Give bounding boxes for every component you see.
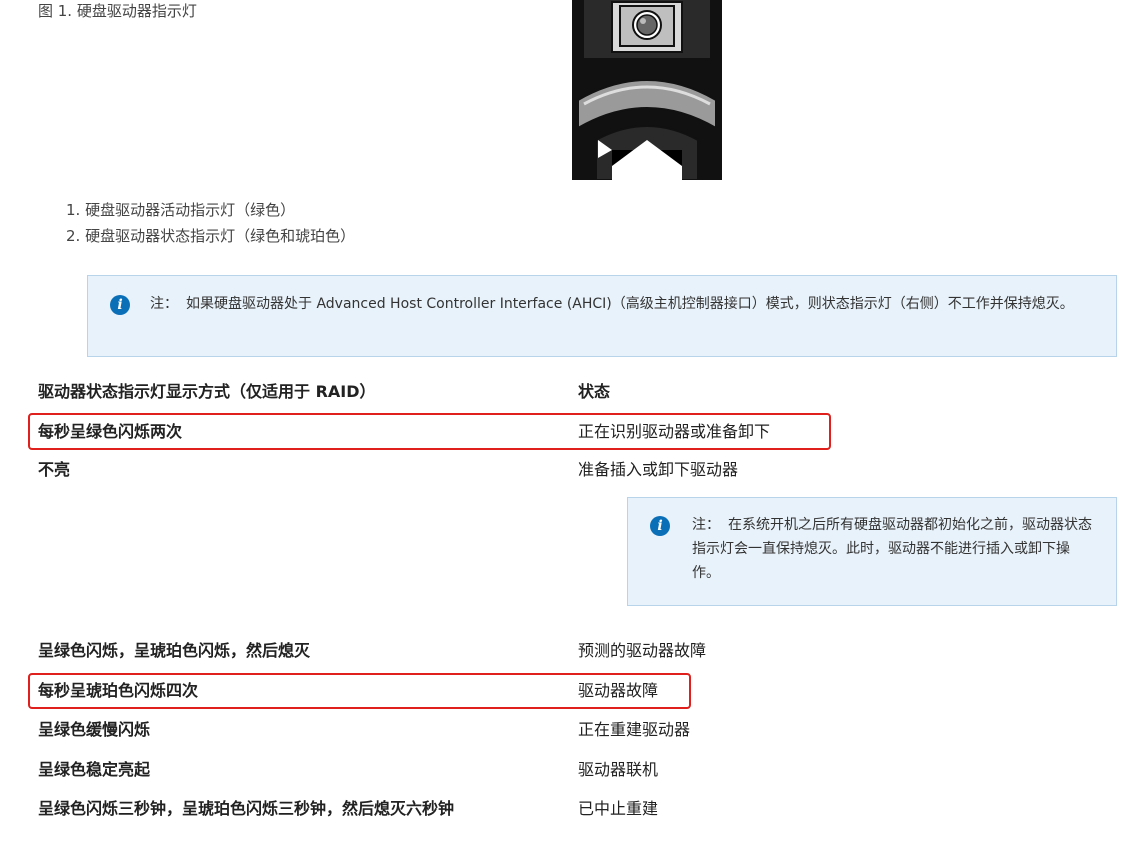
- table-row-status: 正在重建驱动器: [578, 720, 691, 739]
- info-icon: i: [650, 516, 670, 536]
- note-body: 在系统开机之后所有硬盘驱动器都初始化之前，驱动器状态指示灯会一直保持熄灭。此时，…: [692, 517, 1092, 581]
- table-header-status: 状态: [578, 382, 611, 401]
- initialization-note: i 注： 在系统开机之后所有硬盘驱动器都初始化之前，驱动器状态指示灯会一直保持熄灭…: [627, 497, 1117, 606]
- status-table: 驱动器状态指示灯显示方式（仅适用于 RAID） 状态 每秒呈绿色闪烁两次 正在识…: [0, 0, 1140, 865]
- table-row-status: 预测的驱动器故障: [578, 641, 707, 660]
- note-label: 注：: [692, 517, 720, 533]
- table-row-pattern: 每秒呈绿色闪烁两次: [38, 422, 183, 441]
- table-row-pattern: 呈绿色缓慢闪烁: [38, 720, 151, 739]
- table-row-pattern: 呈绿色闪烁，呈琥珀色闪烁，然后熄灭: [38, 641, 311, 660]
- table-row-pattern: 呈绿色闪烁三秒钟，呈琥珀色闪烁三秒钟，然后熄灭六秒钟: [38, 799, 455, 818]
- table-row-status: 正在识别驱动器或准备卸下: [578, 422, 771, 441]
- table-header-pattern: 驱动器状态指示灯显示方式（仅适用于 RAID）: [38, 382, 376, 401]
- note-text: 注： 在系统开机之后所有硬盘驱动器都初始化之前，驱动器状态指示灯会一直保持熄灭。此…: [692, 513, 1092, 585]
- table-row-pattern: 每秒呈琥珀色闪烁四次: [38, 681, 199, 700]
- table-row-status: 驱动器联机: [578, 760, 659, 779]
- table-row-status: 已中止重建: [578, 799, 659, 818]
- table-row-status: 驱动器故障: [578, 681, 659, 700]
- table-row-pattern: 呈绿色稳定亮起: [38, 760, 151, 779]
- table-row-status: 准备插入或卸下驱动器: [578, 460, 739, 479]
- table-row-pattern: 不亮: [38, 460, 71, 479]
